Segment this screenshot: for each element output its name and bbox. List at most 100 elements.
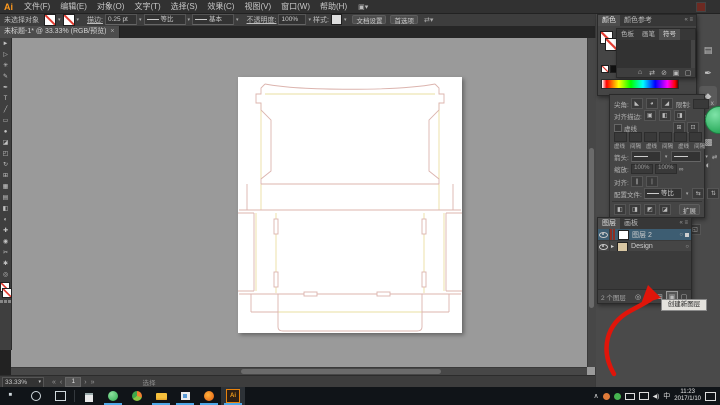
dash-field-0[interactable] xyxy=(614,132,627,142)
bevel-join-icon[interactable]: ◢ xyxy=(661,98,673,109)
menu-item-2[interactable]: 对象(O) xyxy=(92,0,130,13)
close-document-icon[interactable]: × xyxy=(110,26,114,38)
tray-app1-icon[interactable] xyxy=(603,393,610,400)
search-button[interactable] xyxy=(24,387,48,405)
mode-icon-0[interactable] xyxy=(0,300,3,303)
preferences-button[interactable]: 首选项 xyxy=(390,15,418,24)
stroke-color-swatch[interactable] xyxy=(63,14,75,26)
brush-definition-select[interactable]: 基本 xyxy=(192,14,234,25)
align-inside-icon[interactable]: ◧ xyxy=(659,110,671,121)
direct-selection-tool[interactable]: ▷ xyxy=(0,49,11,60)
dashed-checkbox[interactable] xyxy=(614,124,622,132)
pen-tool[interactable]: ✒ xyxy=(0,82,11,93)
battery-icon[interactable] xyxy=(625,393,635,400)
mode-icon-1[interactable] xyxy=(4,300,7,303)
eraser-tool[interactable]: ◰ xyxy=(0,148,11,159)
store-icon[interactable] xyxy=(77,387,101,405)
hand-tool[interactable]: ✱ xyxy=(0,258,11,269)
workspace-switch-icon[interactable]: ⇄▾ xyxy=(424,16,433,24)
fill-caret-icon[interactable]: ▾ xyxy=(58,17,61,23)
expand-layer-icon[interactable]: ▸ xyxy=(610,243,615,250)
menu-item-5[interactable]: 效果(C) xyxy=(202,0,239,13)
color-spectrum-bar[interactable] xyxy=(601,79,679,89)
dash-field-3[interactable] xyxy=(659,132,672,142)
rotate-tool[interactable]: ↻ xyxy=(0,159,11,170)
app-logo[interactable]: Ai xyxy=(0,2,19,12)
dash-field-2[interactable] xyxy=(644,132,657,142)
zoom-level-select[interactable]: 33.33%▾ xyxy=(2,377,44,388)
tab-图层[interactable]: 图层 xyxy=(598,218,620,229)
toolbar-fill-stroke[interactable] xyxy=(0,282,11,298)
file-explorer-icon[interactable] xyxy=(149,387,173,405)
layer-row-0[interactable]: 图层 2○ xyxy=(598,229,691,241)
document-setup-button[interactable]: 文档设置 xyxy=(352,15,386,24)
window-arrange-icon[interactable]: ▣▾ xyxy=(358,3,368,11)
task-view-button[interactable] xyxy=(48,387,72,405)
menu-item-4[interactable]: 选择(S) xyxy=(166,0,203,13)
zoom-tool[interactable]: ◎ xyxy=(0,269,11,280)
pencil-tool[interactable]: ◪ xyxy=(0,137,11,148)
lasso-tool[interactable]: ✎ xyxy=(0,71,11,82)
limit-field[interactable] xyxy=(693,99,709,109)
align-cross-icon[interactable]: ∣ xyxy=(646,176,658,187)
mode-icon-2[interactable] xyxy=(8,300,11,303)
menu-item-6[interactable]: 视图(V) xyxy=(239,0,276,13)
brushes-icon[interactable]: ✒ xyxy=(699,63,717,83)
menu-item-1[interactable]: 编辑(E) xyxy=(55,0,92,13)
menu-item-8[interactable]: 帮助(H) xyxy=(315,0,352,13)
tray-expand-icon[interactable]: ∧ xyxy=(594,392,599,400)
fill-color-swatch[interactable] xyxy=(44,14,56,26)
unite-icon[interactable]: ◧ xyxy=(614,204,626,215)
hscroll-thumb[interactable] xyxy=(241,369,441,374)
clipping-mask-icon[interactable]: ◧ xyxy=(644,292,654,302)
free-transform-tool[interactable]: ▦ xyxy=(0,181,11,192)
prev-artboard-icon[interactable]: ‹ xyxy=(58,379,64,386)
drawing-mode-buttons[interactable] xyxy=(0,300,11,303)
type-tool[interactable]: T xyxy=(0,93,11,104)
align-tip-icon[interactable]: ∥ xyxy=(631,176,643,187)
taskbar-clock[interactable]: 11:23 2017/1/10 xyxy=(674,389,701,403)
new-symbol-icon[interactable]: ▣ xyxy=(671,68,681,78)
blend-tool[interactable]: ✂ xyxy=(0,247,11,258)
align-outside-icon[interactable]: ◨ xyxy=(674,110,686,121)
browser-360-icon[interactable] xyxy=(125,387,149,405)
shape-builder-tool[interactable]: ▤ xyxy=(0,192,11,203)
safety-360-icon[interactable] xyxy=(101,387,125,405)
exclude-icon[interactable]: ◪ xyxy=(659,204,671,215)
selection-tool[interactable]: ► xyxy=(0,38,11,49)
artboard-number-field[interactable]: 1 xyxy=(65,377,81,387)
document-tab[interactable]: 未标题-1* @ 33.33% (RGB/预览) × xyxy=(0,26,120,38)
gradient-tool[interactable]: ✚ xyxy=(0,225,11,236)
layers-collapse-icon[interactable]: « ≡ xyxy=(676,218,691,229)
tab-符号[interactable]: 符号 xyxy=(659,29,680,40)
visibility-toggle[interactable] xyxy=(598,229,610,240)
scale-end-field[interactable]: 100% xyxy=(655,164,677,174)
arrowhead-end-select[interactable] xyxy=(671,151,701,162)
line-segment-tool[interactable]: ╱ xyxy=(0,104,11,115)
locate-object-icon[interactable]: ◎ xyxy=(633,292,643,302)
action-center-icon[interactable] xyxy=(705,392,716,401)
style-swatch[interactable] xyxy=(331,14,342,25)
volume-icon[interactable]: ◀) xyxy=(653,393,660,400)
opacity-field[interactable]: 100% xyxy=(278,14,306,25)
paintbrush-tool[interactable]: ● xyxy=(0,126,11,137)
perspective-grid-tool[interactable]: ◧ xyxy=(0,203,11,214)
tab-颜色参考[interactable]: 颜色参考 xyxy=(620,15,656,26)
dash-field-5[interactable] xyxy=(689,132,702,142)
vscroll-thumb[interactable] xyxy=(589,148,594,308)
photos-app-icon[interactable] xyxy=(173,387,197,405)
ime-indicator[interactable]: 中 xyxy=(663,391,670,401)
toolbar-stroke-swatch[interactable] xyxy=(2,288,12,298)
scale-start-field[interactable]: 100% xyxy=(631,164,653,174)
menu-extra-icon[interactable] xyxy=(696,2,706,12)
first-artboard-icon[interactable]: « xyxy=(50,379,58,386)
flip-along-icon[interactable]: ⇅ xyxy=(707,188,719,199)
link-scales-icon[interactable]: ∞ xyxy=(679,166,684,173)
dash-field-1[interactable] xyxy=(629,132,642,142)
expand-button[interactable]: 扩展 xyxy=(679,204,700,215)
display-icon[interactable] xyxy=(639,392,649,400)
firefox-icon[interactable] xyxy=(197,387,221,405)
profile-select[interactable]: 等比 xyxy=(644,188,682,199)
last-artboard-icon[interactable]: » xyxy=(89,379,97,386)
vertical-scrollbar[interactable] xyxy=(587,38,596,367)
